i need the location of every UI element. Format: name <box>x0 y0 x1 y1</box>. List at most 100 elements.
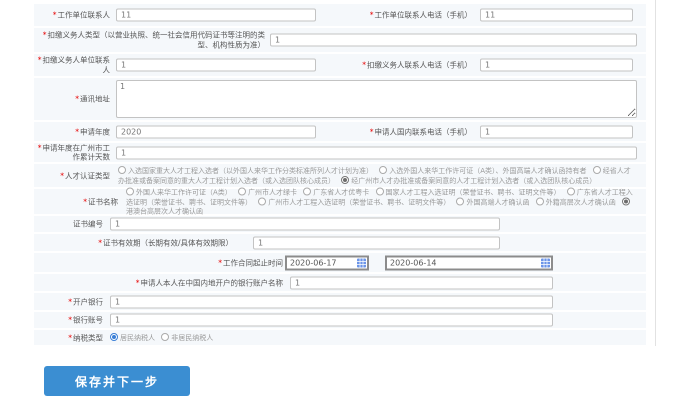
radio-icon <box>621 197 630 205</box>
required-mark: * <box>369 10 374 20</box>
radio-option[interactable]: 经广州市人才办批准或备案同意的人才工程计划入选者（或入选团队核心成员） <box>341 175 596 185</box>
radio-label: 广东省人才优粤卡 <box>313 188 370 196</box>
withholder-phone-input[interactable] <box>480 58 633 72</box>
radio-label: 外国高端人才确认函 <box>466 198 530 206</box>
cert-no-input[interactable] <box>110 217 500 231</box>
label-text: 申请年度 <box>80 126 110 136</box>
cert-validity-input[interactable] <box>253 236 500 249</box>
bank-account-name-label: *申请人本人在中国内地开户的银行账户名称 <box>34 278 283 288</box>
label-text: 证书编号 <box>73 219 103 229</box>
address-textarea[interactable]: 1 <box>116 80 637 118</box>
form-right-border <box>655 0 656 346</box>
required-mark: * <box>60 170 64 180</box>
radio-icon <box>303 187 312 195</box>
radio-icon <box>126 187 134 195</box>
form-row: *申请年度在广州市工作累计天数 <box>34 143 646 162</box>
radio-icon <box>258 197 267 205</box>
label-text: 证书名称 <box>88 196 118 206</box>
radio-option[interactable]: 非居民纳税人 <box>161 332 214 342</box>
required-mark: * <box>362 60 366 70</box>
required-mark: * <box>68 315 72 325</box>
applicant-phone-input[interactable] <box>480 125 633 138</box>
form-row: *通讯地址 1 <box>34 78 646 120</box>
radio-icon <box>456 197 465 205</box>
radio-option[interactable]: 广东省人才优粤卡 <box>303 187 370 196</box>
work-days-input[interactable] <box>116 146 637 159</box>
radio-label: 入选外国人来华工作许可证（A类）、外国高端人才确认函持有者 <box>389 166 587 175</box>
contract-end-date-input[interactable]: 2020-06-14 <box>385 255 553 270</box>
radio-icon <box>375 187 384 195</box>
bank-name-input[interactable] <box>110 295 553 308</box>
save-next-button[interactable]: 保存并下一步 <box>44 366 190 396</box>
radio-label: 国家人才工程入选证明（荣誉证书、聘书、证明文件等） <box>385 188 561 196</box>
apply-year-label: *申请年度 <box>34 127 110 137</box>
cert-name-radio-group: 外国人来华工作许可证（A类） 广州市人才绿卡 广东省人才优粤卡 国家人才工程入选… <box>126 187 637 216</box>
radio-option[interactable]: 入选国家重大人才工程入选者（以外国人来华工作分类标准所列人才计划为准） <box>118 165 373 175</box>
form-row: *人才认证类型 入选国家重大人才工程入选者（以外国人来华工作分类标准所列人才计划… <box>34 164 646 187</box>
date-value: 2020-06-17 <box>290 258 337 267</box>
radio-option[interactable]: 广州市人才绿卡 <box>238 187 298 196</box>
label-text: 扣缴义务人单位联系人 <box>42 55 111 75</box>
required-mark: * <box>68 332 72 342</box>
form-row: *申请人本人在中国内地开户的银行账户名称 <box>34 274 646 291</box>
radio-icon <box>110 332 118 341</box>
form-row: *证书有效期（长期有效/具体有效期限） <box>34 234 646 251</box>
label-text: 纳税类型 <box>73 332 103 342</box>
required-mark: * <box>218 257 222 267</box>
radio-option[interactable]: 国家人才工程入选证明（荣誉证书、聘书、证明文件等） <box>375 187 561 196</box>
radio-icon <box>341 175 350 184</box>
radio-option[interactable]: 外国人来华工作许可证（A类） <box>126 187 232 196</box>
bank-account-name-input[interactable] <box>290 276 553 289</box>
required-mark: * <box>98 237 102 247</box>
bank-name-label: *开户银行 <box>34 297 103 307</box>
radio-label: 外国人来华工作许可证（A类） <box>136 188 232 196</box>
radio-icon <box>379 165 388 174</box>
required-mark: * <box>83 196 87 206</box>
radio-icon <box>566 187 575 195</box>
radio-option[interactable]: 入选外国人来华工作许可证（A类）、外国高端人才确认函持有者 <box>379 165 587 175</box>
required-mark: * <box>135 277 140 287</box>
bank-account-no-input[interactable] <box>110 313 553 327</box>
required-mark: * <box>37 143 42 152</box>
label-text: 通讯地址 <box>80 94 110 104</box>
form-row: *扣缴义务人单位联系人 *扣缴义务人联系人电话（手机） <box>34 54 646 76</box>
withholder-type-label: *扣缴义务人类型（以营业执照、统一社会信用代码证书等注明的类型、机构性质为准） <box>34 31 265 50</box>
cert-name-label: *证书名称 <box>34 197 118 207</box>
cert-validity-label: *证书有效期（长期有效/具体有效期限） <box>34 238 233 248</box>
radio-icon <box>535 197 544 205</box>
work-days-label: *申请年度在广州市工作累计天数 <box>34 143 110 162</box>
radio-option[interactable]: 外国高端人才确认函 <box>456 197 530 206</box>
form-row: *银行账号 <box>34 312 646 328</box>
label-text: 工作单位联系人电话（手机） <box>374 10 473 20</box>
radio-option[interactable]: 外籍高层次人才确认函 <box>535 197 616 206</box>
contract-start-date-input[interactable]: 2020-06-17 <box>285 255 369 270</box>
radio-label: 广州市人才绿卡 <box>248 188 298 196</box>
withholder-type-input[interactable] <box>270 33 637 47</box>
form-row: *工作合同起止时间 2020-06-17 2020-06-14 <box>34 253 646 272</box>
form-row: *证书名称 外国人来华工作许可证（A类） 广州市人才绿卡 广东省人才优粤卡 国家… <box>34 187 646 216</box>
work-contact-phone-input[interactable] <box>480 8 633 22</box>
required-mark: * <box>75 126 79 136</box>
radio-icon <box>118 165 126 174</box>
radio-label: 港澳台高层次人才确认函 <box>126 207 203 215</box>
required-mark: * <box>369 126 374 136</box>
radio-icon <box>592 165 601 174</box>
label-text: 扣缴义务人联系人电话（手机） <box>367 60 472 70</box>
required-mark: * <box>42 30 47 40</box>
radio-option[interactable]: 广州市人才工程入选证明（荣誉证书、聘书、证明文件等） <box>258 197 450 206</box>
bank-account-no-label: *银行账号 <box>34 315 103 325</box>
label-text: 申请年度在广州市工作累计天数 <box>42 143 111 162</box>
form-row: *申请年度 *申请人国内联系电话（手机） <box>34 122 646 141</box>
form-row: *扣缴义务人类型（以营业执照、统一社会信用代码证书等注明的类型、机构性质为准） <box>34 28 646 52</box>
calendar-icon[interactable] <box>357 258 366 267</box>
form-row: *纳税类型 居民纳税人 非居民纳税人 <box>34 330 646 345</box>
radio-label: 外籍高层次人才确认函 <box>545 198 616 206</box>
radio-label: 非居民纳税人 <box>171 333 214 342</box>
calendar-icon[interactable] <box>541 258 550 267</box>
withholder-contact-label: *扣缴义务人单位联系人 <box>34 56 110 75</box>
label-text: 工作合同起止时间 <box>223 257 283 267</box>
required-mark: * <box>68 296 72 306</box>
date-value: 2020-06-14 <box>390 258 437 267</box>
radio-option[interactable]: 居民纳税人 <box>110 332 155 342</box>
label-text: 工作单位联系人 <box>57 10 111 20</box>
